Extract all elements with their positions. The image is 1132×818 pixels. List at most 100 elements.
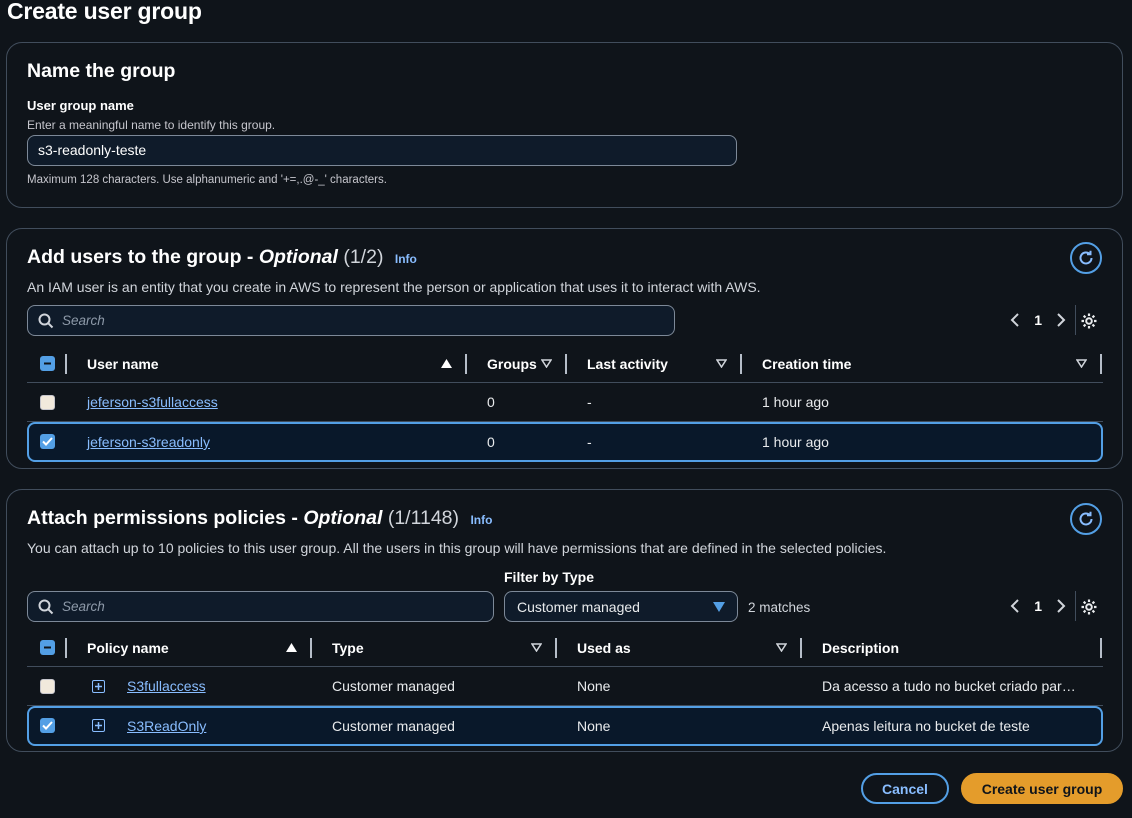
creation-time-cell: 1 hour ago xyxy=(762,394,829,410)
users-page-number[interactable]: 1 xyxy=(1034,312,1042,328)
users-optional-label: Optional xyxy=(258,246,338,268)
sort-icon[interactable] xyxy=(716,359,727,368)
column-header-type[interactable]: Type xyxy=(332,629,364,667)
row-checkbox[interactable] xyxy=(40,395,55,410)
sort-icon[interactable] xyxy=(541,359,552,368)
policies-optional-label: Optional xyxy=(303,507,383,529)
column-divider xyxy=(740,354,742,374)
policy-type-cell: Customer managed xyxy=(332,718,455,734)
sort-icon[interactable] xyxy=(531,643,542,652)
policies-refresh-button[interactable] xyxy=(1070,503,1102,535)
used-as-cell: None xyxy=(577,678,611,694)
table-row[interactable]: jeferson-s3readonly 0 - 1 hour ago xyxy=(27,422,1103,462)
column-divider xyxy=(65,354,67,374)
pager-divider xyxy=(1075,591,1076,621)
create-user-group-button[interactable]: Create user group xyxy=(961,773,1123,804)
policies-table-header: Policy name Type Used as Description xyxy=(27,629,1103,667)
column-header-user-name[interactable]: User name xyxy=(87,345,159,383)
policies-count: (1/1148) xyxy=(387,507,460,529)
gear-icon[interactable] xyxy=(1080,598,1098,616)
sort-icon[interactable] xyxy=(1076,359,1087,368)
refresh-icon xyxy=(1079,511,1093,526)
group-name-constraint: Maximum 128 characters. Use alphanumeric… xyxy=(27,174,387,186)
row-checkbox[interactable] xyxy=(40,718,55,733)
column-header-policy-name[interactable]: Policy name xyxy=(87,629,169,667)
policies-info-link[interactable]: Info xyxy=(470,513,492,527)
search-icon xyxy=(38,313,54,328)
row-checkbox[interactable] xyxy=(40,679,55,694)
select-all-policies-checkbox[interactable] xyxy=(40,640,55,655)
chevron-right-icon[interactable] xyxy=(1056,312,1066,328)
attach-policies-panel: Attach permissions policies - Optional (… xyxy=(6,489,1123,752)
groups-cell: 0 xyxy=(487,434,495,450)
chevron-left-icon[interactable] xyxy=(1010,312,1020,328)
column-header-groups[interactable]: Groups xyxy=(487,345,539,383)
creation-time-cell: 1 hour ago xyxy=(762,434,829,450)
name-group-panel: Name the group User group name Enter a m… xyxy=(6,42,1123,208)
description-cell: Apenas leitura no bucket de teste xyxy=(822,718,1030,734)
expand-icon[interactable] xyxy=(92,719,105,732)
user-name-cell: jeferson-s3fullaccess xyxy=(87,383,218,421)
matches-count: 2 matches xyxy=(748,600,811,615)
last-activity-cell: - xyxy=(587,394,592,410)
table-row[interactable]: S3ReadOnly Customer managed None Apenas … xyxy=(27,706,1103,746)
page-title: Create user group xyxy=(7,0,202,24)
policies-table: Policy name Type Used as Description S3f… xyxy=(27,629,1103,746)
select-all-users-checkbox[interactable] xyxy=(40,356,55,371)
users-section-title: Add users to the group - Optional (1/2) … xyxy=(27,246,417,269)
users-table-header: User name Groups Last activity Creation … xyxy=(27,345,1103,383)
pager-divider xyxy=(1075,305,1076,335)
caret-down-icon xyxy=(713,601,725,612)
column-divider xyxy=(465,354,467,374)
chevron-right-icon[interactable] xyxy=(1056,598,1066,614)
policy-name-cell: S3ReadOnly xyxy=(127,708,206,744)
add-users-panel: Add users to the group - Optional (1/2) … xyxy=(6,228,1123,469)
filter-type-value: Customer managed xyxy=(517,598,640,615)
group-name-input[interactable]: s3-readonly-teste xyxy=(27,135,737,166)
sort-ascending-icon[interactable] xyxy=(441,359,452,368)
policies-section-title: Attach permissions policies - Optional (… xyxy=(27,507,492,530)
search-icon xyxy=(38,599,54,614)
users-refresh-button[interactable] xyxy=(1070,242,1102,274)
column-header-creation-time[interactable]: Creation time xyxy=(762,345,851,383)
last-activity-cell: - xyxy=(587,434,592,450)
policy-link[interactable]: S3ReadOnly xyxy=(127,718,206,734)
expand-icon[interactable] xyxy=(92,680,105,693)
table-row[interactable]: jeferson-s3fullaccess 0 - 1 hour ago xyxy=(27,383,1103,422)
users-info-link[interactable]: Info xyxy=(395,252,417,266)
users-search-placeholder: Search xyxy=(62,313,105,328)
policies-search-input[interactable]: Search xyxy=(27,591,494,622)
policies-page-number[interactable]: 1 xyxy=(1034,598,1042,614)
column-header-used-as[interactable]: Used as xyxy=(577,629,631,667)
column-divider xyxy=(565,354,567,374)
check-icon xyxy=(42,437,53,446)
column-divider xyxy=(65,638,67,658)
column-divider xyxy=(555,638,557,658)
groups-cell: 0 xyxy=(487,394,495,410)
row-checkbox[interactable] xyxy=(40,434,55,449)
policy-name-cell: S3fullaccess xyxy=(127,667,206,705)
filter-type-select[interactable]: Customer managed xyxy=(504,591,738,622)
column-header-description[interactable]: Description xyxy=(822,629,899,667)
table-row[interactable]: S3fullaccess Customer managed None Da ac… xyxy=(27,667,1103,706)
group-name-label: User group name xyxy=(27,98,134,113)
policy-link[interactable]: S3fullaccess xyxy=(127,678,206,694)
minus-icon xyxy=(44,646,51,649)
user-name-cell: jeferson-s3readonly xyxy=(87,424,210,460)
sort-icon[interactable] xyxy=(776,643,787,652)
column-header-last-activity[interactable]: Last activity xyxy=(587,345,668,383)
users-search-input[interactable]: Search xyxy=(27,305,675,336)
user-link[interactable]: jeferson-s3fullaccess xyxy=(87,394,218,410)
column-divider xyxy=(1100,354,1102,374)
used-as-cell: None xyxy=(577,718,611,734)
minus-icon xyxy=(44,362,51,365)
user-link[interactable]: jeferson-s3readonly xyxy=(87,434,210,450)
policy-type-cell: Customer managed xyxy=(332,678,455,694)
policies-section-description: You can attach up to 10 policies to this… xyxy=(27,540,887,556)
chevron-left-icon[interactable] xyxy=(1010,598,1020,614)
users-count: (1/2) xyxy=(343,246,384,268)
cancel-button[interactable]: Cancel xyxy=(861,773,949,804)
sort-ascending-icon[interactable] xyxy=(286,643,297,652)
gear-icon[interactable] xyxy=(1080,312,1098,330)
users-pagination: 1 xyxy=(1010,312,1066,328)
